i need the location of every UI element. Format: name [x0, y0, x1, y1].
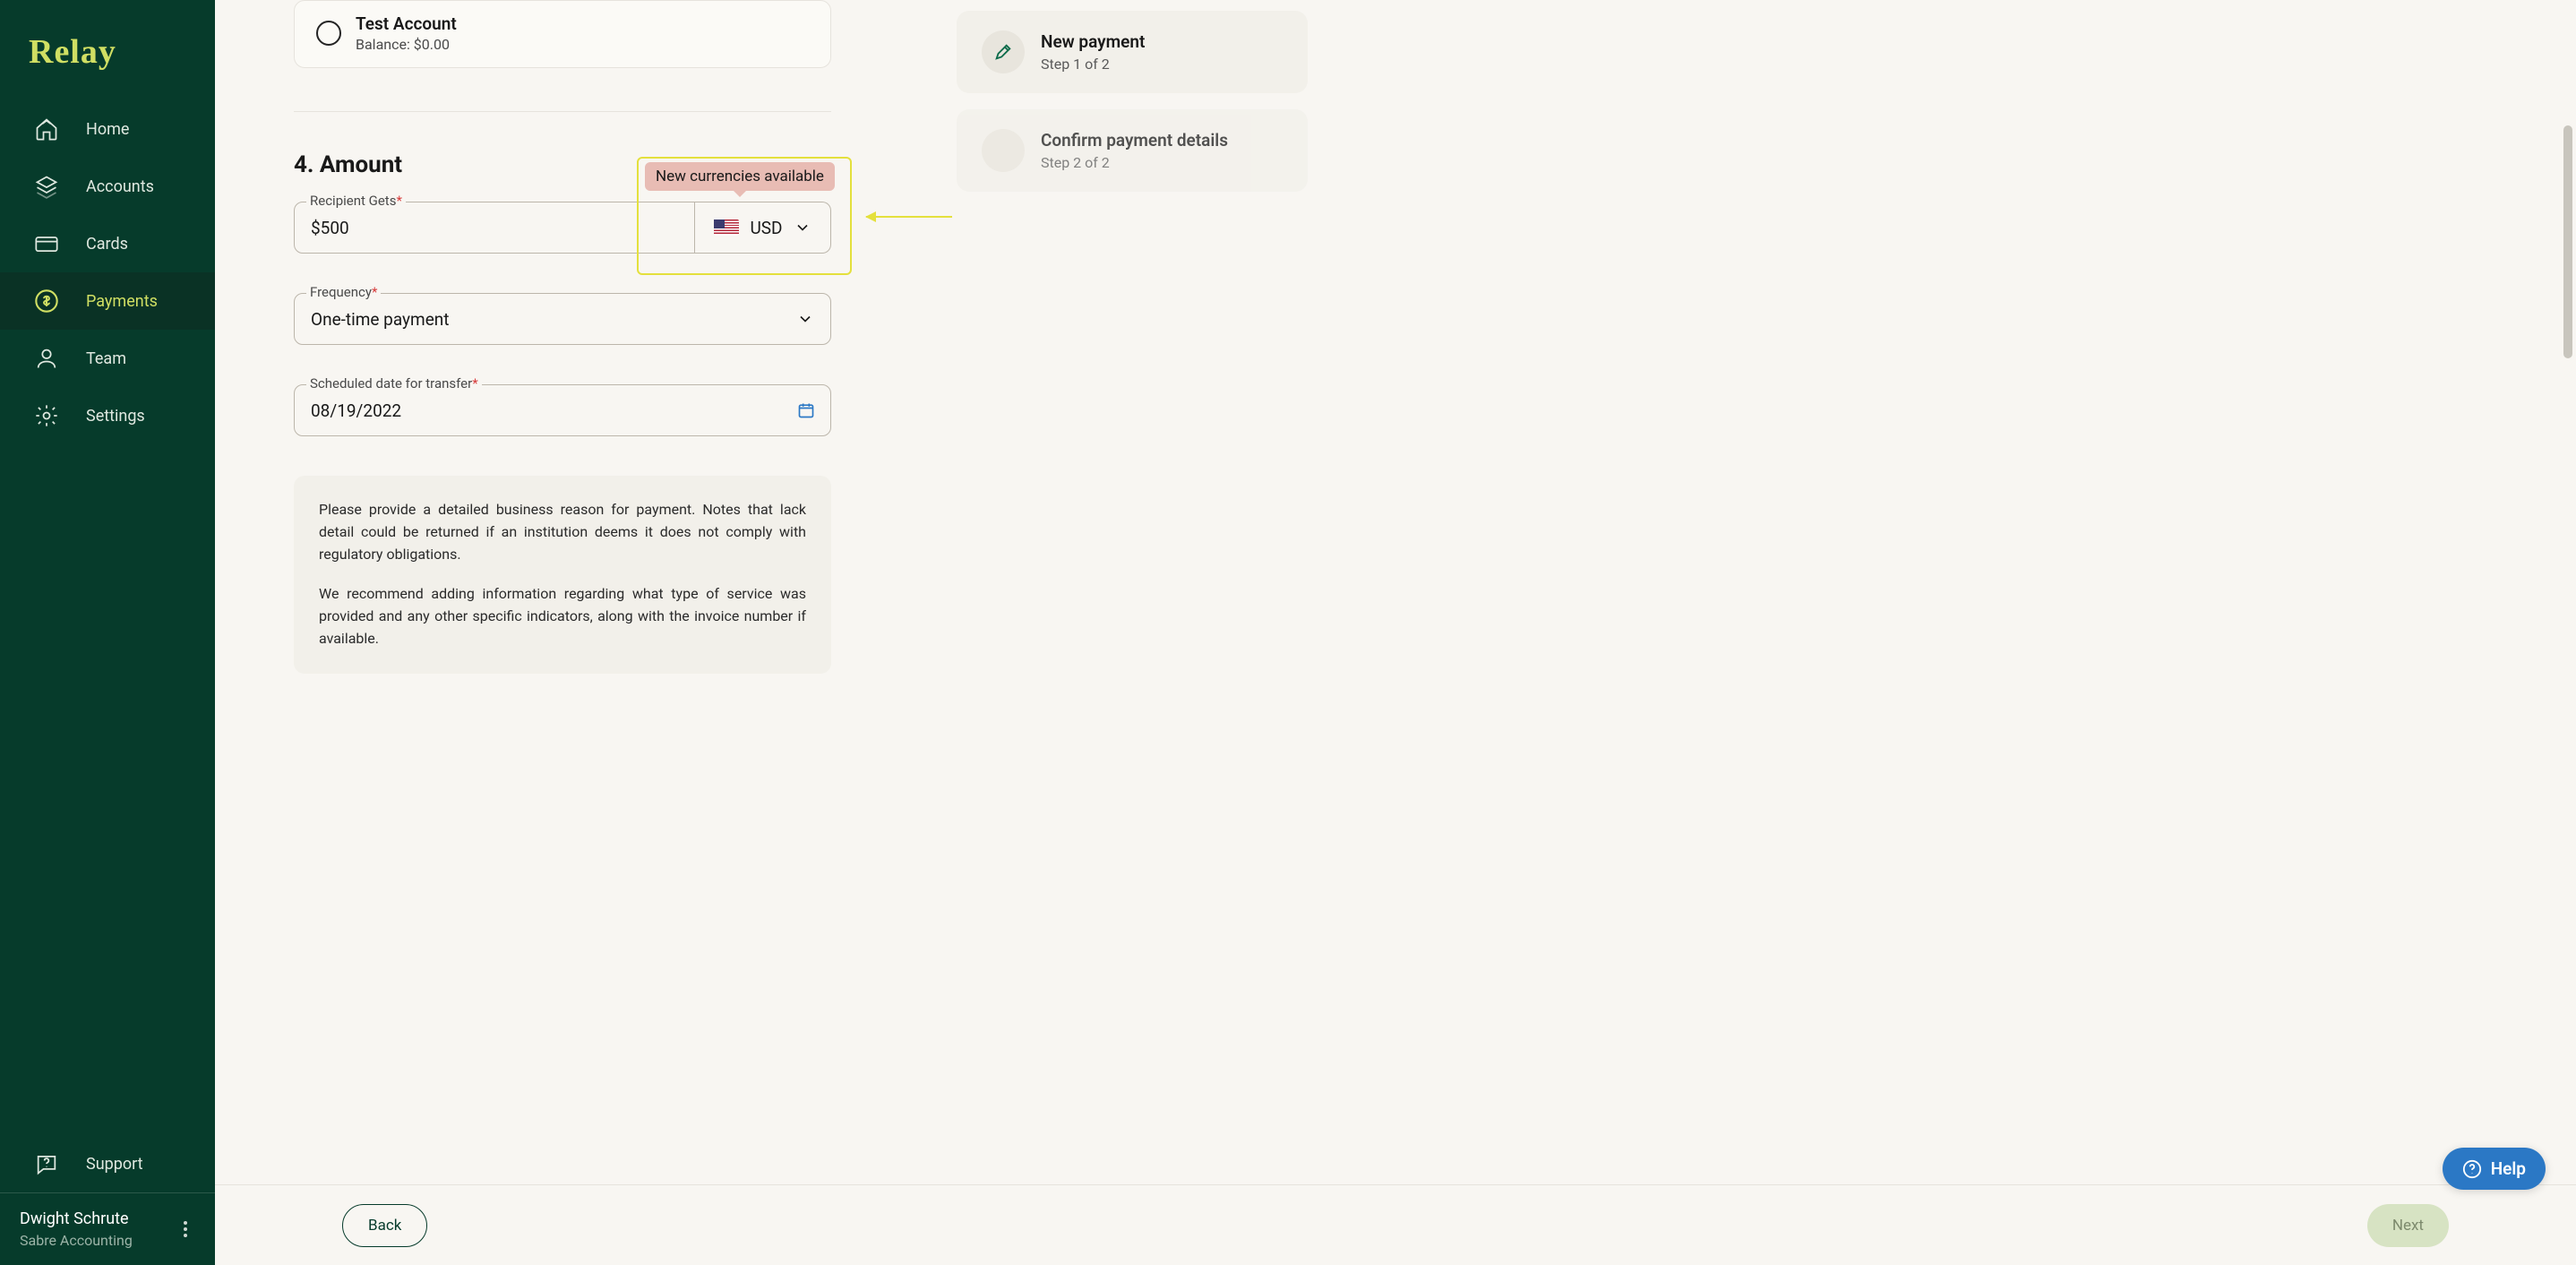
step-subtitle: Step 2 of 2 — [1041, 154, 1228, 171]
step-new-payment[interactable]: New payment Step 1 of 2 — [957, 11, 1308, 93]
card-icon — [34, 231, 59, 256]
chevron-down-icon — [794, 219, 811, 237]
currency-select[interactable]: USD — [695, 202, 831, 254]
currency-code: USD — [750, 218, 782, 238]
sidebar-item-label: Home — [86, 120, 129, 139]
account-info: Test Account Balance: $0.00 — [356, 13, 457, 53]
sidebar: Relay Home Accounts Cards Payments Team … — [0, 0, 215, 1265]
payment-reason-info: Please provide a detailed business reaso… — [294, 476, 831, 674]
recipient-label: Recipient Gets* — [306, 193, 406, 209]
frequency-field: Frequency* One-time payment — [294, 293, 831, 345]
sidebar-item-payments[interactable]: Payments — [0, 272, 215, 330]
dollar-icon — [34, 288, 59, 314]
user-block: Dwight Schrute Sabre Accounting — [0, 1192, 215, 1265]
steps-column: New payment Step 1 of 2 Confirm payment … — [957, 0, 1308, 1157]
content-scroll[interactable]: Test Account Balance: $0.00 4. Amount Ne… — [215, 0, 2576, 1184]
user-org: Sabre Accounting — [20, 1232, 133, 1249]
sidebar-item-label: Support — [86, 1155, 143, 1174]
help-label: Help — [2491, 1158, 2526, 1179]
home-icon — [34, 116, 59, 142]
scrollbar-track[interactable] — [2562, 0, 2574, 1265]
info-paragraph: We recommend adding information regardin… — [319, 583, 806, 650]
calendar-icon[interactable] — [797, 401, 815, 419]
sidebar-item-label: Settings — [86, 407, 145, 426]
recipient-field: New currencies available Recipient Gets*… — [294, 202, 831, 254]
step-title: Confirm payment details — [1041, 130, 1228, 151]
step-confirm-details[interactable]: Confirm payment details Step 2 of 2 — [957, 109, 1308, 192]
recipient-amount-input[interactable] — [294, 202, 695, 254]
frequency-value: One-time payment — [311, 309, 449, 330]
us-flag-icon — [714, 219, 739, 236]
divider — [294, 111, 831, 112]
scheduled-date-input[interactable] — [294, 384, 831, 436]
step-title: New payment — [1041, 31, 1145, 52]
step-subtitle: Step 1 of 2 — [1041, 56, 1145, 73]
sidebar-item-accounts[interactable]: Accounts — [0, 158, 215, 215]
frequency-select[interactable]: One-time payment — [294, 293, 831, 345]
sidebar-bottom: Support Dwight Schrute Sabre Accounting — [0, 1135, 215, 1265]
gear-icon — [34, 403, 59, 428]
sidebar-item-team[interactable]: Team — [0, 330, 215, 387]
sidebar-item-label: Payments — [86, 292, 158, 311]
arrow-annotation — [866, 216, 952, 218]
new-currencies-callout: New currencies available — [645, 162, 835, 191]
radio-icon[interactable] — [316, 21, 341, 46]
sidebar-item-label: Team — [86, 349, 126, 368]
info-paragraph: Please provide a detailed business reaso… — [319, 499, 806, 565]
account-balance: Balance: $0.00 — [356, 36, 457, 53]
logo-wrap: Relay — [0, 0, 215, 93]
brand-logo: Relay — [29, 32, 190, 72]
chat-question-icon — [34, 1151, 59, 1176]
main: Test Account Balance: $0.00 4. Amount Ne… — [215, 0, 2576, 1265]
sidebar-item-settings[interactable]: Settings — [0, 387, 215, 444]
user-menu-button[interactable] — [176, 1219, 195, 1239]
frequency-label: Frequency* — [306, 284, 381, 300]
sidebar-item-label: Cards — [86, 235, 128, 254]
scrollbar-thumb[interactable] — [2563, 125, 2572, 358]
sidebar-item-cards[interactable]: Cards — [0, 215, 215, 272]
account-name: Test Account — [356, 13, 457, 34]
layers-icon — [34, 174, 59, 199]
date-field: Scheduled date for transfer* — [294, 384, 831, 436]
user-names: Dwight Schrute Sabre Accounting — [20, 1209, 133, 1249]
sidebar-item-home[interactable]: Home — [0, 100, 215, 158]
footer-bar: Back Next — [215, 1184, 2576, 1265]
date-label: Scheduled date for transfer* — [306, 375, 482, 392]
user-icon — [34, 346, 59, 371]
next-button[interactable]: Next — [2367, 1204, 2449, 1247]
pencil-icon — [982, 30, 1025, 73]
sidebar-item-label: Accounts — [86, 177, 154, 196]
form-column: Test Account Balance: $0.00 4. Amount Ne… — [294, 0, 831, 1157]
sidebar-nav: Home Accounts Cards Payments Team Settin… — [0, 93, 215, 1135]
back-button[interactable]: Back — [342, 1204, 427, 1247]
help-icon — [2462, 1159, 2482, 1179]
sidebar-item-support[interactable]: Support — [0, 1135, 215, 1192]
user-name: Dwight Schrute — [20, 1209, 133, 1228]
chevron-down-icon — [796, 310, 814, 328]
step-placeholder-icon — [982, 129, 1025, 172]
account-option[interactable]: Test Account Balance: $0.00 — [294, 0, 831, 68]
help-button[interactable]: Help — [2443, 1148, 2546, 1190]
